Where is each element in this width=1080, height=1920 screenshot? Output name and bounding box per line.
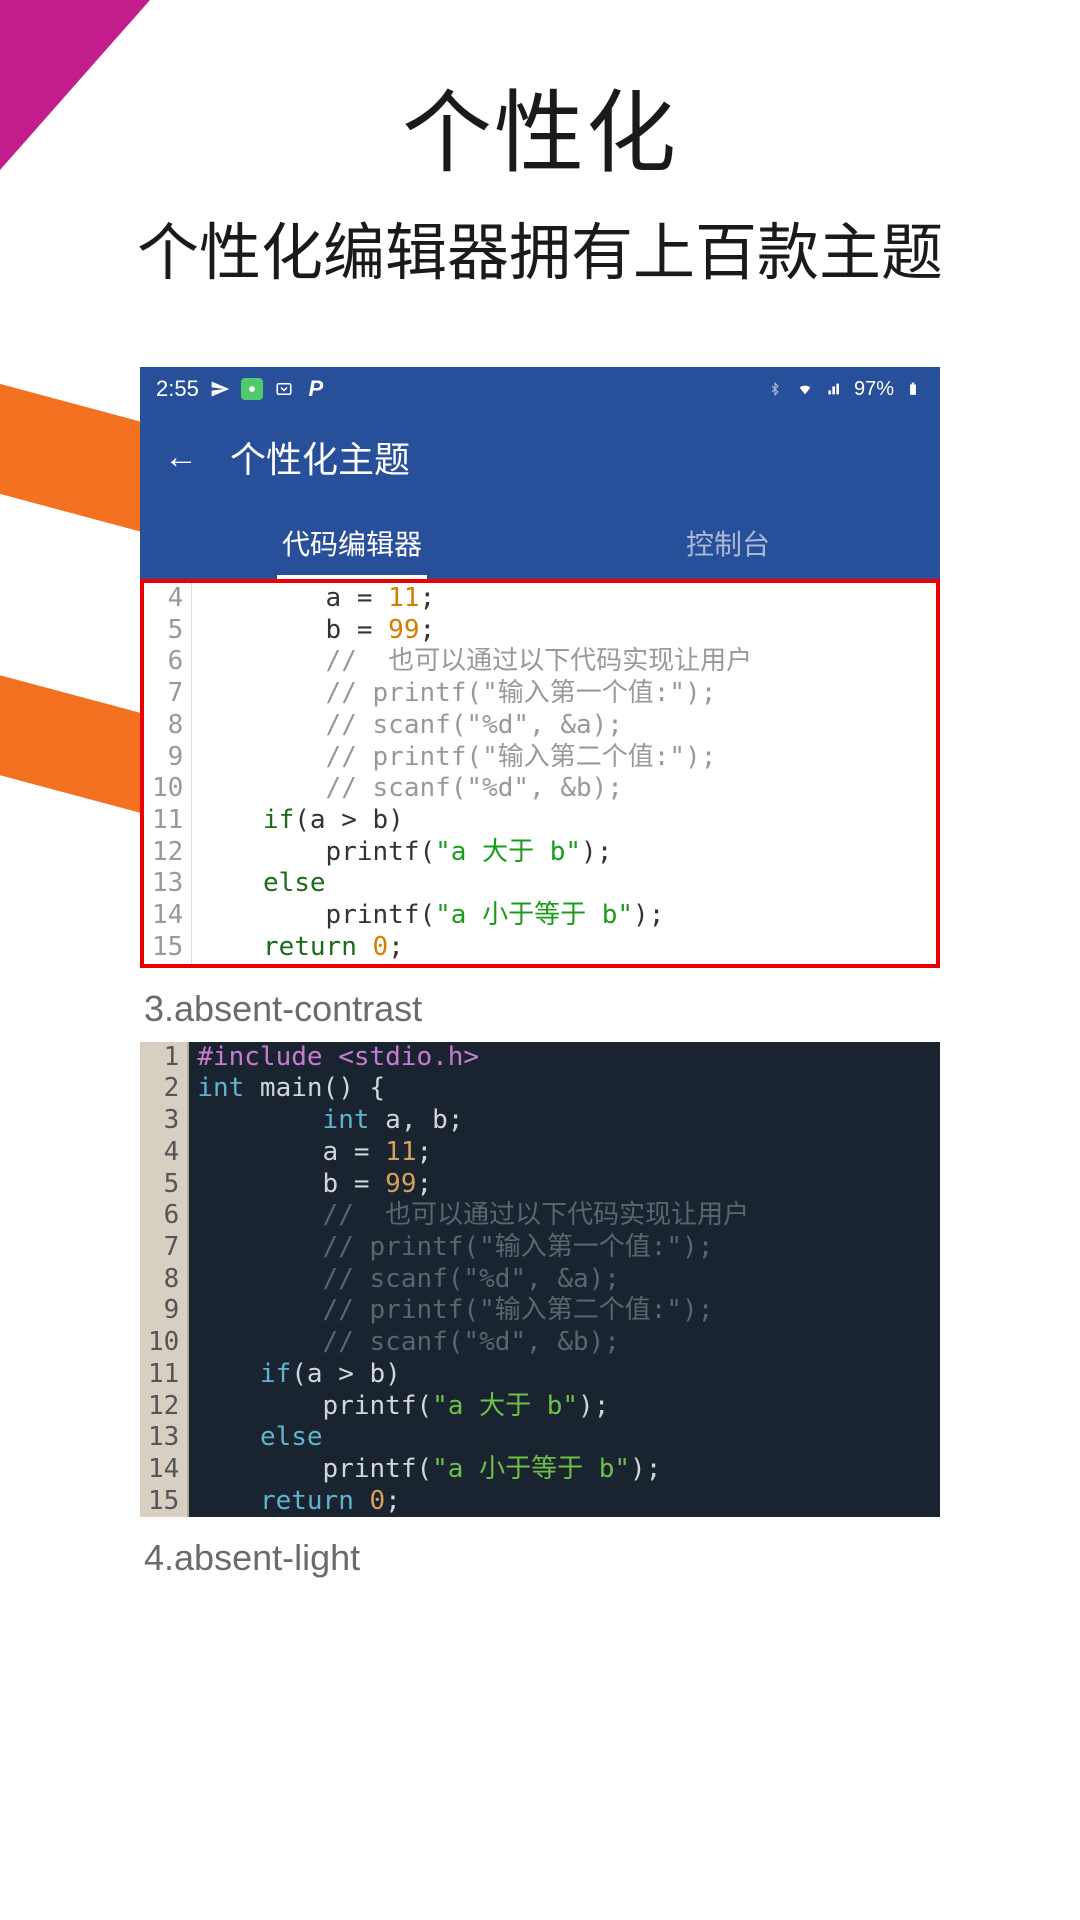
decorative-shape-mid2: [0, 667, 140, 813]
card-icon: [273, 378, 295, 400]
signal-icon: [824, 378, 846, 400]
status-time: 2:55: [156, 376, 199, 402]
hero-title: 个性化: [0, 60, 1080, 190]
code-gutter: 1 2 3 4 5 6 7 8 9 10 11 12 13 14 15: [140, 1042, 189, 1518]
theme-label-3: 3.absent-contrast: [140, 968, 940, 1042]
p-icon: P: [305, 378, 327, 400]
status-bar: 2:55 P 97%: [140, 367, 940, 411]
back-arrow-icon[interactable]: ←: [164, 440, 198, 474]
code-body: a = 11; b = 99; // 也可以通过以下代码实现让用户 // pri…: [192, 583, 760, 964]
phone-mockup: 2:55 P 97%: [140, 367, 940, 1591]
decorative-shape-mid1: [0, 376, 150, 534]
wifi-icon: [794, 378, 816, 400]
app-title: 个性化主题: [230, 431, 410, 483]
send-icon: [209, 378, 231, 400]
hero-section: 个性化 个性化编辑器拥有上百款主题: [0, 0, 1080, 292]
battery-icon: [902, 378, 924, 400]
code-body: #include <stdio.h> int main() { int a, b…: [189, 1042, 757, 1518]
status-left: 2:55 P: [156, 376, 327, 402]
theme-label-4: 4.absent-light: [140, 1517, 940, 1591]
app-bar: ← 个性化主题 代码编辑器 控制台: [140, 411, 940, 579]
bluetooth-icon: [764, 378, 786, 400]
code-preview-light[interactable]: 4 5 6 7 8 9 10 11 12 13 14 15 a = 11; b …: [140, 579, 940, 968]
tabs: 代码编辑器 控制台: [164, 511, 916, 579]
hero-subtitle: 个性化编辑器拥有上百款主题: [0, 202, 1080, 292]
battery-text: 97%: [854, 378, 894, 401]
tab-code-editor[interactable]: 代码编辑器: [164, 511, 540, 579]
code-preview-dark[interactable]: 1 2 3 4 5 6 7 8 9 10 11 12 13 14 15 #inc…: [140, 1042, 940, 1518]
tab-console[interactable]: 控制台: [540, 511, 916, 579]
camera-icon: [241, 378, 263, 400]
status-right: 97%: [764, 378, 924, 401]
decorative-triangle-top: [0, 0, 150, 170]
code-gutter: 4 5 6 7 8 9 10 11 12 13 14 15: [144, 583, 192, 964]
